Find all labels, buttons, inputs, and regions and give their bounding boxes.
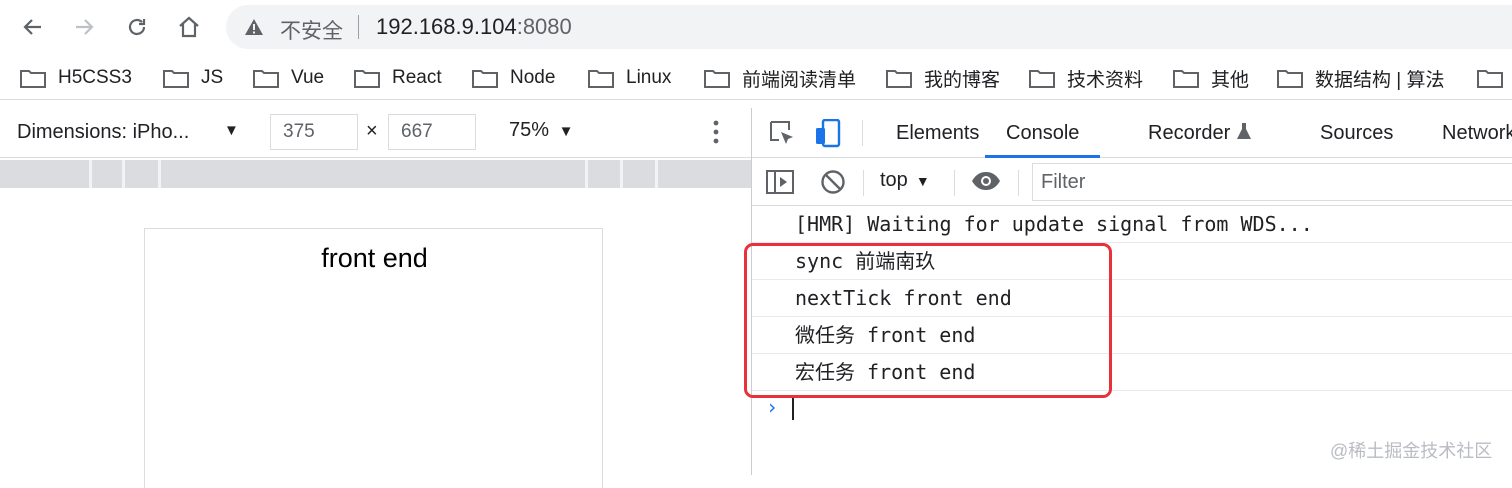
ruler-tick [89, 160, 92, 188]
toolbar-divider [863, 170, 864, 196]
bookmark-reading-list[interactable]: 前端阅读清单 [704, 56, 856, 100]
bookmark-label: 其他 [1211, 69, 1250, 91]
address-bar[interactable]: 不安全 192.168.9.104:8080 [226, 5, 1512, 49]
arrow-right-icon [76, 19, 94, 35]
eye-icon[interactable] [971, 171, 1001, 191]
bookmark-h5css3[interactable]: H5CSS3 [20, 56, 132, 100]
url-host: 192.168.9.104 [376, 14, 517, 39]
folder-icon [588, 70, 614, 88]
console-prompt-icon: › [766, 395, 779, 419]
tab-recorder[interactable]: Recorder [1148, 108, 1252, 158]
bookmark-label: 技术资料 [1067, 69, 1144, 91]
media-query-ruler[interactable] [0, 160, 752, 188]
tab-elements[interactable]: Elements [896, 108, 979, 158]
console-toolbar: top ▼ Filter [752, 158, 1512, 206]
bookmark-linux[interactable]: Linux [588, 56, 671, 100]
filter-input[interactable]: Filter [1032, 163, 1512, 201]
zoom-value: 75% [509, 119, 550, 141]
dimensions-select[interactable]: Dimensions: iPho... [17, 121, 189, 144]
ruler-tick [122, 160, 125, 188]
flask-icon [1236, 123, 1251, 139]
bookmark-label: 我的博客 [924, 69, 1001, 91]
toolbar-divider [954, 170, 955, 196]
bookmark-label: 数据结构 | 算法 [1315, 69, 1445, 91]
inspect-element-icon[interactable] [768, 119, 796, 147]
bookmark-label: React [392, 67, 442, 88]
page-text: front end [321, 243, 428, 273]
arrow-left-icon [23, 19, 41, 35]
bookmarks-bar: H5CSS3 JS Vue React Node Linux 前端阅读清单 我的… [0, 56, 1512, 100]
height-input[interactable]: 667 [388, 114, 476, 150]
reload-icon [128, 18, 146, 36]
bookmark-label: Node [510, 67, 556, 88]
caret-down-icon: ▼ [558, 123, 574, 140]
security-label[interactable]: 不安全 [280, 15, 343, 45]
url-text[interactable]: 192.168.9.104:8080 [376, 14, 572, 40]
folder-icon [1477, 70, 1503, 88]
bookmark-algorithms[interactable]: 数据结构 | 算法 [1277, 56, 1445, 100]
tab-console[interactable]: Console [985, 108, 1101, 158]
context-value: top [880, 169, 908, 191]
forward-button[interactable] [67, 10, 101, 44]
bookmark-tech[interactable]: 技术资料 [1029, 56, 1143, 100]
folder-icon [354, 70, 380, 88]
clear-console-icon[interactable] [820, 169, 846, 195]
sidebar-toggle-icon[interactable] [766, 170, 794, 194]
bookmark-overflow-folder[interactable] [1477, 56, 1512, 100]
bookmark-node[interactable]: Node [472, 56, 555, 100]
tab-sources[interactable]: Sources [1320, 108, 1393, 158]
ruler-tick [158, 160, 161, 188]
tab-network[interactable]: Network [1442, 108, 1512, 158]
device-viewport-area: front end [0, 188, 752, 488]
bookmark-react[interactable]: React [354, 56, 442, 100]
home-button[interactable] [172, 10, 206, 44]
url-port: :8080 [516, 14, 572, 39]
console-message: [HMR] Waiting for update signal from WDS… [752, 206, 1512, 243]
tab-recorder-label: Recorder [1148, 122, 1231, 144]
watermark: @稀土掘金技术社区 [1330, 441, 1493, 461]
bookmark-label: 前端阅读清单 [742, 69, 857, 91]
caret-down-icon: ▼ [915, 173, 930, 189]
bookmark-label: JS [201, 67, 224, 88]
ruler-tick [655, 160, 658, 188]
folder-icon [886, 70, 912, 88]
browser-toolbar: 不安全 192.168.9.104:8080 [0, 0, 1512, 54]
home-icon [179, 16, 199, 38]
bookmark-js[interactable]: JS [163, 56, 223, 100]
reload-button[interactable] [120, 10, 154, 44]
ruler-tick [585, 160, 588, 188]
console-input-cursor[interactable] [792, 396, 794, 420]
bookmark-label: Linux [626, 67, 672, 88]
caret-down-icon[interactable]: ▼ [224, 122, 239, 139]
bookmark-blog[interactable]: 我的博客 [886, 56, 1000, 100]
folder-icon [253, 70, 279, 88]
folder-icon [472, 70, 498, 88]
times-sign: × [366, 120, 378, 142]
device-toggle-icon[interactable] [814, 119, 842, 149]
highlight-box [744, 243, 1112, 398]
bookmark-label: Vue [291, 67, 325, 88]
more-vertical-icon[interactable] [712, 118, 720, 146]
device-toolbar: Dimensions: iPho... ▼ 375 × 667 75% ▼ [0, 108, 752, 158]
context-select[interactable]: top ▼ [880, 169, 930, 192]
warning-icon[interactable] [244, 18, 264, 36]
bookmark-vue[interactable]: Vue [253, 56, 324, 100]
bookmark-label: H5CSS3 [58, 67, 132, 88]
back-button[interactable] [16, 10, 50, 44]
zoom-select[interactable]: 75% ▼ [509, 119, 573, 142]
address-divider [358, 15, 359, 39]
folder-icon [163, 70, 189, 88]
devtools-tabbar: Elements Console Recorder Sources Networ… [752, 108, 1512, 158]
bookmark-other[interactable]: 其他 [1173, 56, 1249, 100]
folder-icon [1029, 70, 1055, 88]
width-input[interactable]: 375 [270, 114, 358, 150]
toolbar-divider [862, 120, 863, 146]
folder-icon [1173, 70, 1199, 88]
ruler-tick [620, 160, 623, 188]
device-frame[interactable]: front end [144, 228, 603, 488]
folder-icon [1277, 70, 1303, 88]
folder-icon [704, 70, 730, 88]
folder-icon [20, 70, 46, 88]
toolbar-divider [1018, 170, 1019, 196]
